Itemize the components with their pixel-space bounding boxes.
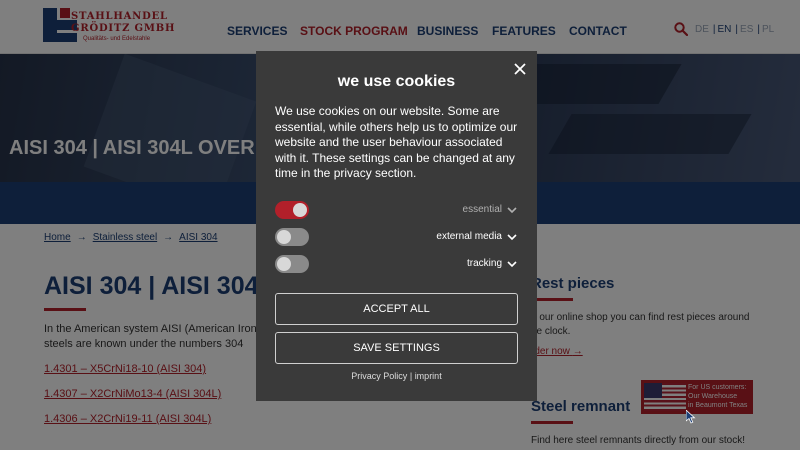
chevron-down-icon[interactable] [506,204,518,216]
chevron-down-icon[interactable] [506,231,518,243]
external-media-label[interactable]: external media [436,231,502,242]
essential-label[interactable]: essential [463,204,502,215]
tracking-toggle[interactable] [275,255,309,273]
cookie-dialog-text: We use cookies on our website. Some are … [275,104,518,180]
tracking-label[interactable]: tracking [467,258,502,269]
footer-separator: | [409,371,413,381]
cookie-consent-dialog: we use cookies We use cookies on our web… [256,51,537,401]
cookie-row-essential: essential [275,201,518,221]
mouse-cursor-icon [686,410,696,424]
accept-all-button[interactable]: ACCEPT ALL [275,293,518,325]
save-settings-button[interactable]: SAVE SETTINGS [275,332,518,364]
privacy-policy-link[interactable]: Privacy Policy [351,371,407,381]
chevron-down-icon[interactable] [506,258,518,270]
imprint-link[interactable]: imprint [415,371,442,381]
cookie-row-tracking: tracking [275,255,518,275]
cookie-dialog-title: we use cookies [337,73,456,90]
cookie-row-external-media: external media [275,228,518,248]
cookie-dialog-footer: Privacy Policy | imprint [256,371,537,381]
close-icon[interactable] [512,61,528,77]
external-media-toggle[interactable] [275,228,309,246]
essential-toggle[interactable] [275,201,309,219]
